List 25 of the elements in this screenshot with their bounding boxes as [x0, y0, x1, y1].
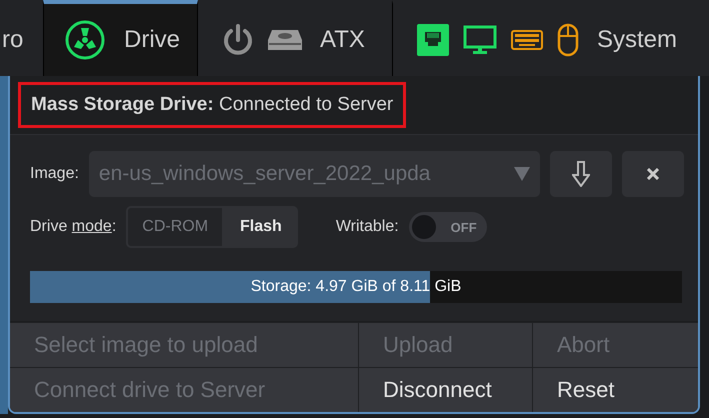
panel-title: Mass Storage Drive: Connected to Server: [18, 82, 406, 128]
fan-icon: [64, 19, 106, 61]
download-button[interactable]: [550, 151, 612, 197]
storage-text: Storage: 4.97 GiB of 8.11 GiB: [250, 278, 462, 296]
close-icon: [647, 168, 659, 180]
tab-label: ro: [2, 26, 24, 54]
writable-toggle[interactable]: OFF: [408, 212, 487, 242]
mode-option[interactable]: CD-ROM: [126, 206, 224, 248]
image-label: Image:: [30, 165, 79, 183]
tab-label: System: [597, 26, 678, 54]
tab-label: Drive: [124, 26, 180, 54]
power-icon: [222, 23, 254, 57]
nav-tab[interactable]: ATX: [198, 0, 392, 76]
tab-label: ATX: [320, 26, 365, 54]
writable-label: Writable:: [336, 218, 399, 236]
nav-tab[interactable]: ro: [0, 0, 43, 76]
close-button[interactable]: [622, 151, 684, 197]
action-button[interactable]: Disconnect: [359, 367, 533, 412]
drive-mode-label: Drive mode:: [30, 218, 116, 236]
dropdown-arrow-icon: [514, 167, 530, 181]
mode-option[interactable]: Flash: [224, 206, 298, 248]
action-button[interactable]: Reset: [533, 367, 698, 412]
hard-drive-icon: [268, 28, 302, 52]
nav-tab[interactable]: Drive: [43, 0, 198, 76]
down-arrow-icon: [572, 161, 590, 187]
